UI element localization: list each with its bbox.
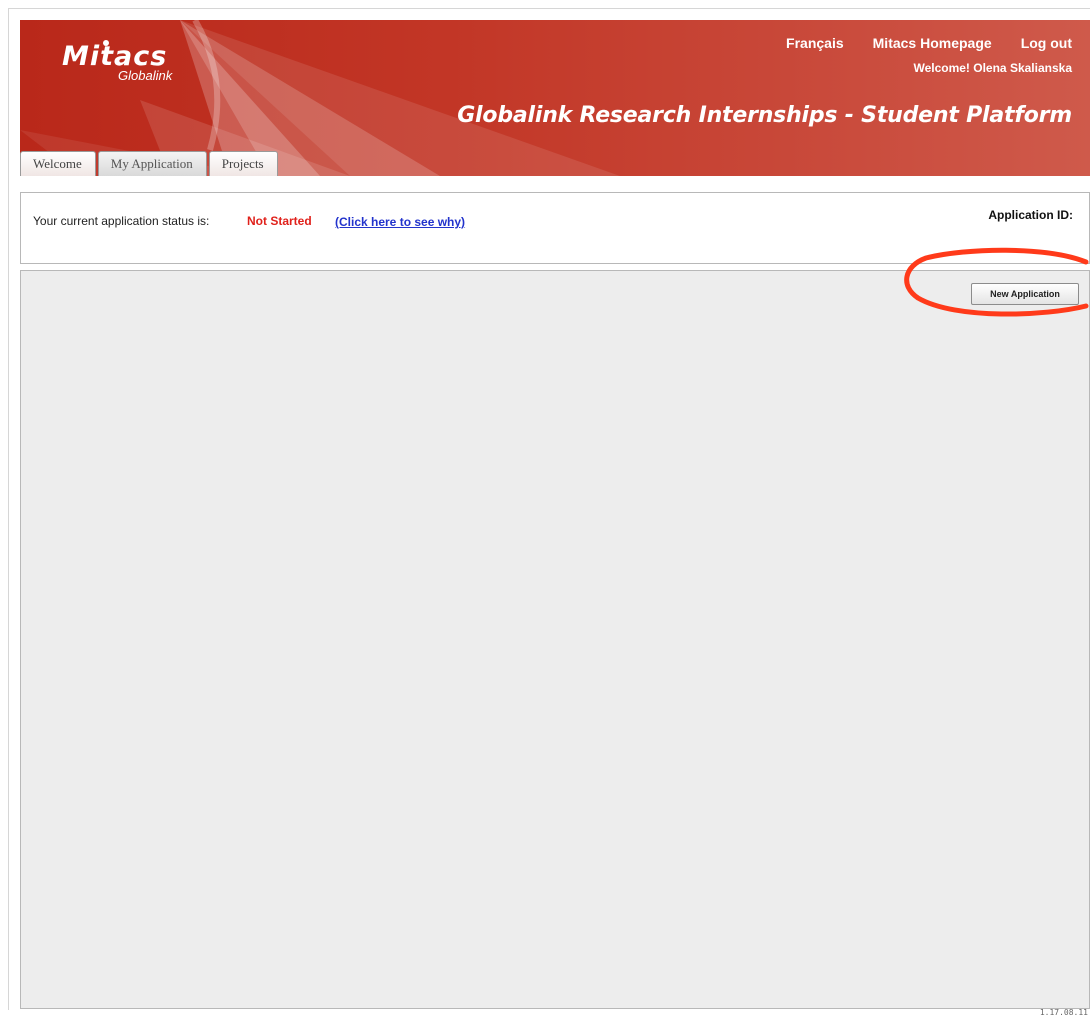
tab-my-application[interactable]: My Application xyxy=(97,151,207,176)
logout-link[interactable]: Log out xyxy=(1021,35,1072,51)
status-explanation-link[interactable]: (Click here to see why) xyxy=(335,215,465,229)
tab-projects[interactable]: Projects xyxy=(208,151,278,176)
header-banner: Mitacs Globalink Français Mitacs Homepag… xyxy=(20,20,1090,176)
header-links: Français Mitacs Homepage Log out xyxy=(786,35,1072,51)
tab-welcome[interactable]: Welcome xyxy=(20,151,96,176)
mitacs-logo[interactable]: Mitacs Globalink xyxy=(62,40,172,83)
language-link[interactable]: Français xyxy=(786,35,844,51)
application-id-label: Application ID: xyxy=(988,208,1073,222)
application-status-panel: Your current application status is: Not … xyxy=(20,192,1090,264)
new-application-button[interactable]: New Application xyxy=(971,283,1079,305)
logo-wordmark: Mitacs xyxy=(62,41,168,72)
application-content-area: New Application xyxy=(20,270,1090,1009)
page-title: Globalink Research Internships - Student… xyxy=(457,103,1072,128)
logo-dot xyxy=(103,40,109,46)
status-badge: Not Started xyxy=(247,214,312,228)
homepage-link[interactable]: Mitacs Homepage xyxy=(873,35,992,51)
welcome-message: Welcome! Olena Skalianska xyxy=(913,61,1072,75)
version-label: 1.17.08.11 xyxy=(1039,1008,1088,1017)
tab-bar: Welcome My Application Projects xyxy=(20,151,278,176)
status-label: Your current application status is: xyxy=(33,214,210,228)
